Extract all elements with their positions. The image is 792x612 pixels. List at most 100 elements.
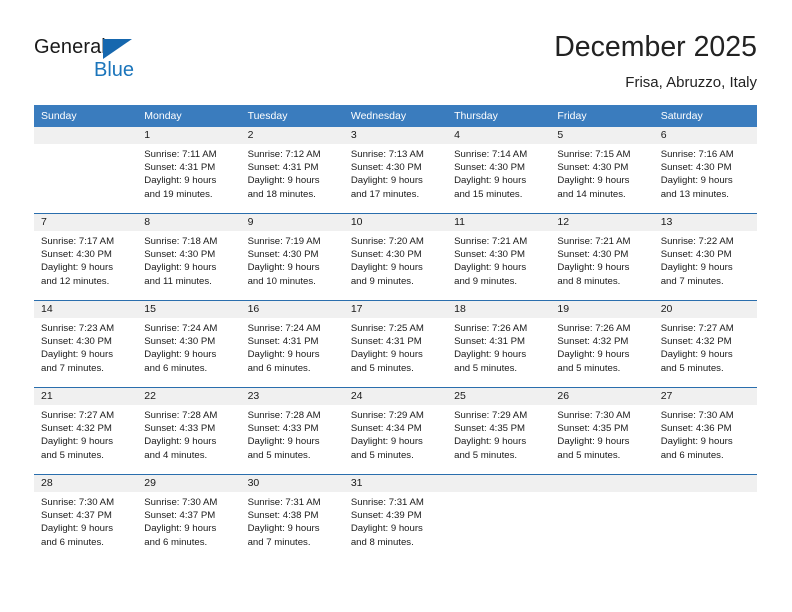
day-detail-line: Daylight: 9 hours [557, 175, 630, 187]
day-detail-line: Sunrise: 7:30 AM [557, 410, 631, 421]
day-cell-content: 11 Sunrise: 7:21 AM Sunset: 4:30 PM Dayligh… [447, 214, 551, 300]
day-detail-line: Sunset: 4:31 PM [247, 336, 319, 348]
day-number: 29 [137, 475, 241, 492]
day-details [654, 492, 757, 496]
day-detail-line: Sunset: 4:31 PM [454, 336, 526, 348]
calendar-day-cell[interactable]: 26 Sunrise: 7:30 AM Sunset: 4:35 PM Dayligh… [550, 387, 654, 475]
day-number: 21 [34, 388, 138, 405]
weekday-header-friday: Friday [550, 105, 654, 127]
day-cell-content: 9 Sunrise: 7:19 AM Sunset: 4:30 PM Daylight… [240, 214, 344, 300]
day-detail-line: and 6 minutes. [144, 536, 208, 548]
calendar-day-cell[interactable]: 13 Sunrise: 7:22 AM Sunset: 4:30 PM Dayligh… [653, 213, 757, 301]
calendar-day-cell[interactable]: 19 Sunrise: 7:26 AM Sunset: 4:32 PM Dayligh… [550, 300, 654, 388]
calendar-week-row: 28 Sunrise: 7:30 AM Sunset: 4:37 PM Dayligh… [34, 474, 757, 561]
day-detail-line: Sunrise: 7:24 AM [144, 323, 218, 334]
day-detail-line: Sunset: 4:30 PM [660, 162, 732, 174]
calendar-header-row: Sunday Monday Tuesday Wednesday Thursday… [34, 105, 757, 127]
day-detail-line: Sunset: 4:30 PM [41, 249, 112, 261]
calendar-day-cell[interactable]: 2 Sunrise: 7:12 AM Sunset: 4:31 PM Daylight… [240, 127, 344, 214]
day-cell-content [34, 127, 138, 213]
calendar-day-cell[interactable]: 1 Sunrise: 7:11 AM Sunset: 4:31 PM Daylight… [137, 127, 241, 214]
calendar-day-cell[interactable]: 25 Sunrise: 7:29 AM Sunset: 4:35 PM Dayligh… [447, 387, 551, 475]
calendar-day-cell[interactable]: 14 Sunrise: 7:23 AM Sunset: 4:30 PM Dayligh… [34, 300, 138, 388]
calendar-day-cell[interactable]: 22 Sunrise: 7:28 AM Sunset: 4:33 PM Dayligh… [137, 387, 241, 475]
day-details: Sunrise: 7:16 AM Sunset: 4:30 PM Daylight:… [654, 144, 757, 201]
calendar-day-cell[interactable] [34, 127, 138, 214]
day-details: Sunrise: 7:31 AM Sunset: 4:38 PM Daylight:… [241, 492, 344, 549]
day-details: Sunrise: 7:25 AM Sunset: 4:31 PM Daylight:… [344, 318, 447, 375]
day-details: Sunrise: 7:24 AM Sunset: 4:31 PM Daylight:… [241, 318, 344, 375]
calendar-day-cell[interactable]: 7 Sunrise: 7:17 AM Sunset: 4:30 PM Daylight… [34, 213, 138, 301]
day-detail-line: and 9 minutes. [350, 275, 414, 287]
calendar-day-cell[interactable]: 27 Sunrise: 7:30 AM Sunset: 4:36 PM Dayligh… [653, 387, 757, 475]
day-detail-line: and 12 minutes. [41, 275, 110, 287]
calendar-day-cell[interactable]: 6 Sunrise: 7:16 AM Sunset: 4:30 PM Daylight… [653, 127, 757, 214]
calendar-day-cell[interactable]: 31 Sunrise: 7:31 AM Sunset: 4:39 PM Dayligh… [343, 474, 448, 561]
day-cell-content: 3 Sunrise: 7:13 AM Sunset: 4:30 PM Daylight… [343, 127, 448, 213]
calendar-day-cell[interactable]: 8 Sunrise: 7:18 AM Sunset: 4:30 PM Daylight… [137, 213, 241, 301]
day-detail-line: and 5 minutes. [350, 362, 414, 374]
day-detail-line: Sunrise: 7:15 AM [557, 149, 631, 160]
day-cell-content: 7 Sunrise: 7:17 AM Sunset: 4:30 PM Daylight… [34, 214, 138, 300]
day-cell-content: 4 Sunrise: 7:14 AM Sunset: 4:30 PM Daylight… [447, 127, 551, 213]
calendar-day-cell[interactable]: 20 Sunrise: 7:27 AM Sunset: 4:32 PM Dayligh… [653, 300, 757, 388]
calendar-day-cell[interactable]: 23 Sunrise: 7:28 AM Sunset: 4:33 PM Dayligh… [240, 387, 344, 475]
calendar-day-cell[interactable]: 17 Sunrise: 7:25 AM Sunset: 4:31 PM Dayligh… [343, 300, 448, 388]
calendar-day-cell[interactable]: 18 Sunrise: 7:26 AM Sunset: 4:31 PM Dayligh… [447, 300, 551, 388]
day-number: 30 [240, 475, 344, 492]
calendar-day-cell[interactable]: 12 Sunrise: 7:21 AM Sunset: 4:30 PM Dayligh… [550, 213, 654, 301]
calendar-day-cell[interactable]: 24 Sunrise: 7:29 AM Sunset: 4:34 PM Dayligh… [343, 387, 448, 475]
day-detail-line: Sunset: 4:36 PM [660, 423, 732, 435]
day-detail-line: Sunrise: 7:30 AM [41, 497, 115, 508]
day-detail-line: Daylight: 9 hours [144, 523, 217, 535]
calendar-day-cell[interactable]: 11 Sunrise: 7:21 AM Sunset: 4:30 PM Dayligh… [447, 213, 551, 301]
day-cell-content: 29 Sunrise: 7:30 AM Sunset: 4:37 PM Dayligh… [137, 475, 241, 561]
page-title: December 2025 [554, 31, 757, 63]
day-detail-line: Daylight: 9 hours [557, 262, 630, 274]
day-number: 18 [447, 301, 551, 318]
day-detail-line: Daylight: 9 hours [350, 262, 423, 274]
day-cell-content: 16 Sunrise: 7:24 AM Sunset: 4:31 PM Dayligh… [240, 301, 344, 387]
calendar-day-cell[interactable]: 5 Sunrise: 7:15 AM Sunset: 4:30 PM Daylight… [550, 127, 654, 214]
calendar-day-cell[interactable]: 3 Sunrise: 7:13 AM Sunset: 4:30 PM Daylight… [343, 127, 448, 214]
calendar-day-cell[interactable]: 10 Sunrise: 7:20 AM Sunset: 4:30 PM Dayligh… [343, 213, 448, 301]
day-detail-line: Daylight: 9 hours [247, 523, 320, 535]
day-detail-line: Sunset: 4:30 PM [247, 249, 319, 261]
day-detail-line: Sunset: 4:30 PM [454, 249, 526, 261]
day-detail-line: Sunrise: 7:18 AM [144, 236, 218, 247]
calendar-day-cell[interactable]: 9 Sunrise: 7:19 AM Sunset: 4:30 PM Daylight… [240, 213, 344, 301]
day-detail-line: and 5 minutes. [454, 449, 518, 461]
day-detail-line: Sunset: 4:30 PM [350, 162, 422, 174]
day-number: 19 [550, 301, 654, 318]
weekday-header-saturday: Saturday [653, 105, 757, 127]
calendar-day-cell[interactable]: 16 Sunrise: 7:24 AM Sunset: 4:31 PM Dayligh… [240, 300, 344, 388]
day-detail-line: and 15 minutes. [454, 188, 523, 200]
calendar-day-cell[interactable]: 28 Sunrise: 7:30 AM Sunset: 4:37 PM Dayligh… [34, 474, 138, 561]
day-detail-line: Daylight: 9 hours [247, 175, 320, 187]
calendar-day-cell[interactable] [550, 474, 654, 561]
day-cell-content: 21 Sunrise: 7:27 AM Sunset: 4:32 PM Dayligh… [34, 388, 138, 474]
calendar-week-row: 14 Sunrise: 7:23 AM Sunset: 4:30 PM Dayligh… [34, 300, 757, 388]
day-cell-content: 12 Sunrise: 7:21 AM Sunset: 4:30 PM Dayligh… [550, 214, 654, 300]
day-details: Sunrise: 7:27 AM Sunset: 4:32 PM Daylight:… [654, 318, 757, 375]
calendar-day-cell[interactable]: 21 Sunrise: 7:27 AM Sunset: 4:32 PM Dayligh… [34, 387, 138, 475]
day-details: Sunrise: 7:19 AM Sunset: 4:30 PM Daylight:… [241, 231, 344, 288]
calendar-day-cell[interactable]: 4 Sunrise: 7:14 AM Sunset: 4:30 PM Daylight… [447, 127, 551, 214]
calendar-day-cell[interactable] [653, 474, 757, 561]
day-detail-line: Sunset: 4:30 PM [144, 249, 216, 261]
day-detail-line: Sunset: 4:32 PM [557, 336, 629, 348]
calendar-week-row: 1 Sunrise: 7:11 AM Sunset: 4:31 PM Daylight… [34, 127, 757, 214]
calendar-day-cell[interactable]: 29 Sunrise: 7:30 AM Sunset: 4:37 PM Dayligh… [137, 474, 241, 561]
day-details [550, 492, 653, 496]
day-number [34, 127, 138, 144]
day-number: 31 [343, 475, 448, 492]
day-cell-content: 28 Sunrise: 7:30 AM Sunset: 4:37 PM Dayligh… [34, 475, 138, 561]
day-number: 3 [343, 127, 448, 144]
day-number: 7 [34, 214, 138, 231]
day-detail-line: Sunrise: 7:26 AM [557, 323, 631, 334]
calendar-day-cell[interactable]: 30 Sunrise: 7:31 AM Sunset: 4:38 PM Dayligh… [240, 474, 344, 561]
calendar-day-cell[interactable]: 15 Sunrise: 7:24 AM Sunset: 4:30 PM Dayligh… [137, 300, 241, 388]
day-cell-content: 19 Sunrise: 7:26 AM Sunset: 4:32 PM Dayligh… [550, 301, 654, 387]
brand-triangle-icon [103, 39, 132, 59]
calendar-day-cell[interactable] [447, 474, 551, 561]
